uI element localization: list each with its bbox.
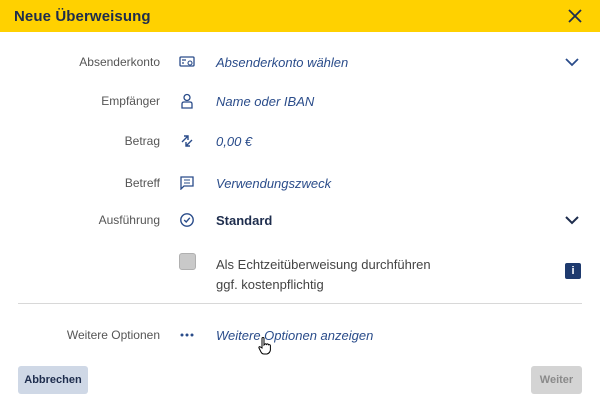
sender-account-select[interactable]: Absenderkonto wählen	[216, 55, 348, 70]
execution-label: Ausführung	[98, 213, 160, 227]
sender-account-row[interactable]: Absenderkonto Absenderkonto wählen	[0, 50, 600, 74]
subject-label: Betreff	[124, 176, 160, 190]
clock-icon	[178, 211, 196, 229]
chevron-down-icon[interactable]	[563, 211, 581, 229]
close-icon[interactable]	[566, 7, 584, 25]
more-options-label: Weitere Optionen	[66, 328, 160, 342]
divider	[18, 303, 582, 304]
chevron-down-icon[interactable]	[563, 53, 581, 71]
execution-row[interactable]: Ausführung Standard	[0, 208, 600, 232]
sender-account-label: Absenderkonto	[79, 55, 160, 69]
recipient-row[interactable]: Empfänger Name oder IBAN	[0, 89, 600, 113]
dialog-header: Neue Überweisung	[0, 0, 600, 32]
recipient-input[interactable]: Name oder IBAN	[216, 94, 314, 109]
amount-input[interactable]: 0,00 €	[216, 134, 252, 149]
recipient-label: Empfänger	[101, 94, 160, 108]
message-icon	[178, 174, 196, 192]
info-icon[interactable]: i	[565, 263, 581, 279]
more-options-link[interactable]: Weitere Optionen anzeigen	[216, 328, 373, 343]
account-card-icon	[178, 53, 196, 71]
next-button[interactable]: Weiter	[531, 366, 582, 394]
amount-row[interactable]: Betrag 0,00 €	[0, 129, 600, 153]
amount-label: Betrag	[124, 134, 160, 148]
subject-row[interactable]: Betreff Verwendungszweck	[0, 171, 600, 195]
hand-cursor-icon	[258, 337, 271, 355]
cancel-button[interactable]: Abbrechen	[18, 366, 88, 394]
subject-input[interactable]: Verwendungszweck	[216, 176, 331, 191]
instant-transfer-text: Als Echtzeitüberweisung durchführen ggf.…	[216, 255, 431, 295]
execution-select[interactable]: Standard	[216, 213, 272, 228]
person-icon	[178, 92, 196, 110]
instant-transfer-checkbox[interactable]	[179, 253, 196, 270]
instant-transfer-note: ggf. kostenpflichtig	[216, 277, 324, 292]
transfer-arrows-icon	[178, 132, 196, 150]
instant-transfer-label: Als Echtzeitüberweisung durchführen	[216, 257, 431, 272]
dialog-title: Neue Überweisung	[14, 7, 151, 25]
more-options-row[interactable]: Weitere Optionen Weitere Optionen anzeig…	[0, 323, 600, 347]
more-dots-icon	[178, 326, 196, 344]
